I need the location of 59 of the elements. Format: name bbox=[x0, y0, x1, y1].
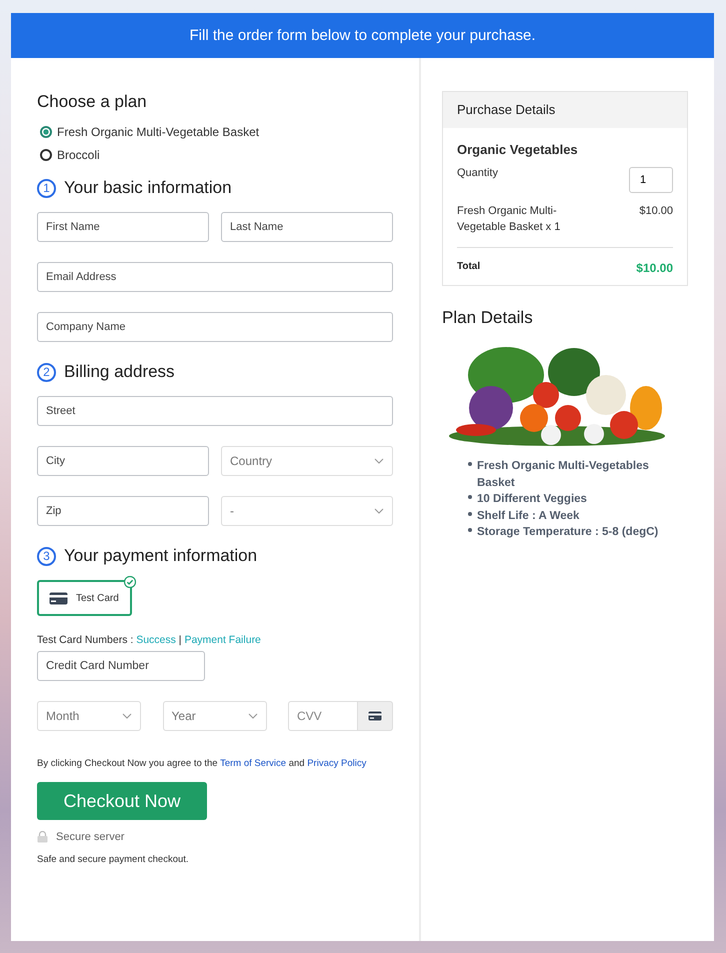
card-number-field[interactable]: Credit Card Number bbox=[37, 651, 205, 681]
quantity-label: Quantity bbox=[457, 167, 498, 181]
line-item-name: Fresh Organic Multi-Vegetable Basket x 1 bbox=[457, 204, 562, 235]
step-number: 3 bbox=[37, 546, 56, 566]
input-field[interactable]: First Name bbox=[37, 212, 209, 242]
lock-icon bbox=[37, 831, 48, 843]
month-dropdown[interactable]: Month bbox=[37, 701, 141, 731]
bullet-icon bbox=[468, 495, 472, 499]
radio-label[interactable]: Broccoli bbox=[57, 148, 100, 162]
input-field[interactable]: Company Name bbox=[37, 312, 393, 342]
input-field[interactable]: City bbox=[37, 446, 209, 476]
total-label: Total bbox=[457, 261, 480, 274]
input-field[interactable]: Email Address bbox=[37, 262, 393, 292]
header-banner: Fill the order form below to complete your purchase. bbox=[11, 13, 714, 58]
radio-button[interactable] bbox=[40, 126, 52, 138]
input-field[interactable]: Last Name bbox=[221, 212, 393, 242]
dropdown[interactable]: Country bbox=[221, 446, 393, 476]
success-link[interactable]: Success bbox=[136, 634, 176, 646]
chevron-icon bbox=[122, 713, 132, 719]
radio-button[interactable] bbox=[40, 148, 52, 160]
product-name: Organic Vegetables bbox=[457, 142, 579, 157]
test-card-numbers-text: Test Card Numbers : Success | Payment Failure bbox=[37, 634, 262, 646]
feature-item: Shelf Life : A Week bbox=[477, 508, 580, 524]
terms-link[interactable]: Term of Service bbox=[220, 758, 286, 769]
line-item-price: $10.00 bbox=[639, 204, 673, 219]
quantity-field[interactable]: 1 bbox=[629, 167, 673, 193]
credit-card-icon bbox=[368, 711, 382, 721]
step-number: 2 bbox=[37, 362, 56, 382]
dropdown[interactable]: - bbox=[221, 496, 393, 526]
terms-text: By clicking Checkout Now you agree to the Term of Service and Privacy Policy bbox=[37, 758, 368, 769]
step-number: 1 bbox=[37, 178, 56, 198]
bullet-icon bbox=[468, 512, 472, 516]
total-amount: $10.00 bbox=[636, 261, 673, 275]
input-field[interactable]: Zip bbox=[37, 496, 209, 526]
secure-server-label: Secure server bbox=[56, 831, 124, 843]
payment-failure-link[interactable]: Payment Failure bbox=[184, 634, 261, 646]
privacy-link[interactable]: Privacy Policy bbox=[307, 758, 366, 769]
year-dropdown[interactable]: Year bbox=[162, 701, 266, 731]
chevron-icon bbox=[374, 508, 384, 514]
chevron-icon bbox=[248, 713, 258, 719]
radio-label[interactable]: Fresh Organic Multi-Vegetable Basket bbox=[57, 124, 260, 138]
checkout-button[interactable]: Checkout Now bbox=[37, 782, 207, 820]
input-field[interactable]: Street bbox=[37, 396, 393, 426]
footnote-text: Safe and secure payment checkout. bbox=[37, 854, 190, 865]
cvv-field[interactable]: CVV bbox=[288, 701, 358, 731]
feature-item: 10 Different Veggies bbox=[477, 492, 587, 507]
feature-item: Fresh Organic Multi-Vegetables Basket bbox=[477, 459, 650, 490]
bullet-icon bbox=[468, 462, 472, 466]
section-title: Plan Details bbox=[442, 308, 534, 328]
feature-item: Storage Temperature : 5-8 (degC) bbox=[477, 525, 658, 540]
section-title: Your basic information bbox=[64, 178, 232, 198]
card-header: Purchase Details bbox=[443, 92, 687, 128]
section-title: Choose a plan bbox=[37, 92, 148, 112]
section-title: Your payment information bbox=[64, 546, 258, 566]
bullet-icon bbox=[468, 528, 472, 532]
credit-card-icon bbox=[49, 592, 68, 604]
section-title: Billing address bbox=[64, 362, 175, 382]
checkmark-icon bbox=[124, 576, 136, 588]
chevron-icon bbox=[374, 458, 384, 464]
